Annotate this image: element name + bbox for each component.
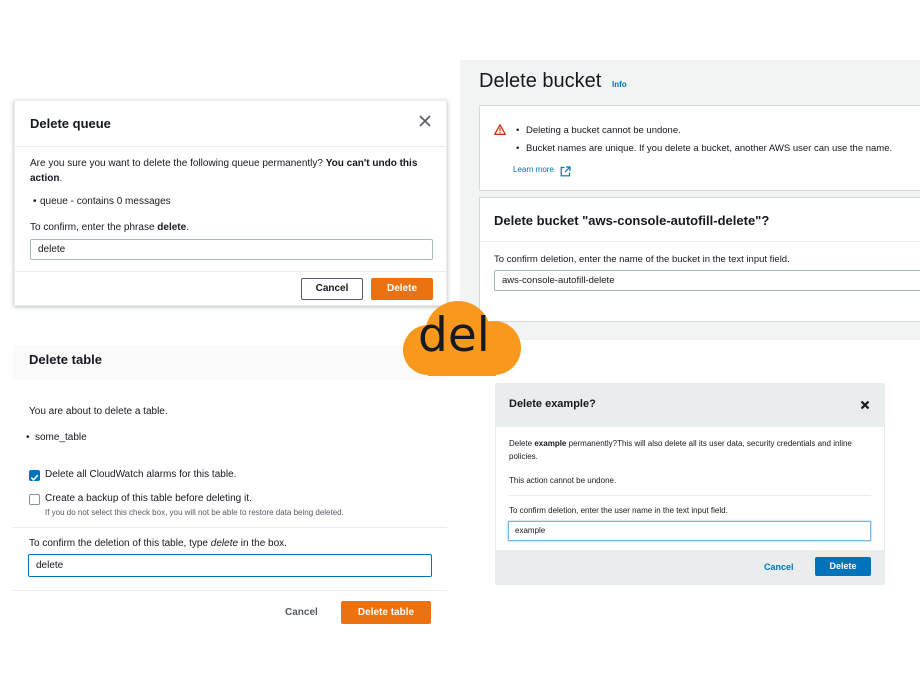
confirm-label: To confirm deletion, enter the name of t… [494,254,790,265]
confirm-instruction: To confirm, enter the phrase delete. [30,222,189,233]
divider [509,495,871,496]
dialog-footer-divider [13,590,447,591]
warning-list: Deleting a bucket cannot be undone. Buck… [514,125,892,161]
delete-button[interactable]: Delete [371,278,433,300]
confirm-input[interactable]: delete [30,239,433,260]
dialog-header: Delete example? [496,384,884,427]
info-link[interactable]: Info [612,80,627,89]
undone-notice: This action cannot be undone. [509,476,617,485]
backup-checkbox-label[interactable]: Create a backup of this table before del… [45,493,252,504]
confirm-card: Delete bucket "aws-console-autofill-dele… [479,197,920,322]
delete-table-button[interactable]: Delete table [341,601,431,624]
warning-alert: Deleting a bucket cannot be undone. Buck… [479,105,920,191]
card-header: Delete bucket "aws-console-autofill-dele… [480,198,920,242]
card-title: Delete bucket "aws-console-autofill-dele… [494,213,770,228]
backup-checkbox[interactable] [29,494,40,505]
alarms-checkbox[interactable] [29,470,40,481]
logo-text: del [418,308,490,363]
dialog-title: Delete table [29,352,102,367]
dialog-footer-divider [15,271,446,272]
delete-user-dialog: Delete example? Delete example permanent… [496,384,884,584]
cancel-button[interactable]: Cancel [301,278,363,300]
divider [13,527,447,528]
delete-button[interactable]: Delete [815,557,871,576]
list-item: queue - contains 0 messages [30,194,435,209]
delete-description: Delete example permanently?This will als… [509,439,852,461]
alarms-checkbox-label[interactable]: Delete all CloudWatch alarms for this ta… [45,469,236,480]
close-icon[interactable] [418,114,432,128]
queue-list: queue - contains 0 messages [30,194,435,209]
dialog-header: Delete table [13,345,447,380]
page-title: Delete bucket [479,70,602,92]
delete-table-dialog: Delete table You are about to delete a t… [13,345,447,629]
learn-more-link[interactable]: Learn more [513,165,554,174]
dialog-header: Delete queue [15,101,446,147]
confirm-instruction: To confirm the deletion of this table, t… [29,538,287,549]
dialog-body: Are you sure you want to delete the foll… [30,156,435,235]
intro-text: You are about to delete a table. [29,406,168,417]
cancel-button[interactable]: Cancel [764,562,794,572]
close-icon[interactable] [859,398,871,410]
delete-question: Are you sure you want to delete the foll… [30,158,418,184]
bucket-name-input[interactable]: aws-console-autofill-delete [494,270,920,291]
dialog-title: Delete queue [30,116,111,131]
list-item: Bucket names are unique. If you delete a… [514,143,892,154]
user-name-input[interactable]: example [508,521,871,541]
dialog-title: Delete example? [509,398,596,410]
backup-hint: If you do not select this check box, you… [45,508,344,517]
external-link-icon[interactable] [560,164,571,177]
confirm-input[interactable]: delete [28,554,432,577]
warning-icon [494,122,506,135]
delete-queue-dialog: Delete queue Are you sure you want to de… [14,100,447,306]
list-item: some_table [26,432,87,443]
confirm-label: To confirm deletion, enter the user name… [509,506,728,515]
delete-bucket-page: Delete bucket Info Deleting a bucket can… [460,60,920,340]
cancel-button[interactable]: Cancel [285,607,318,618]
list-item: Deleting a bucket cannot be undone. [514,125,892,136]
